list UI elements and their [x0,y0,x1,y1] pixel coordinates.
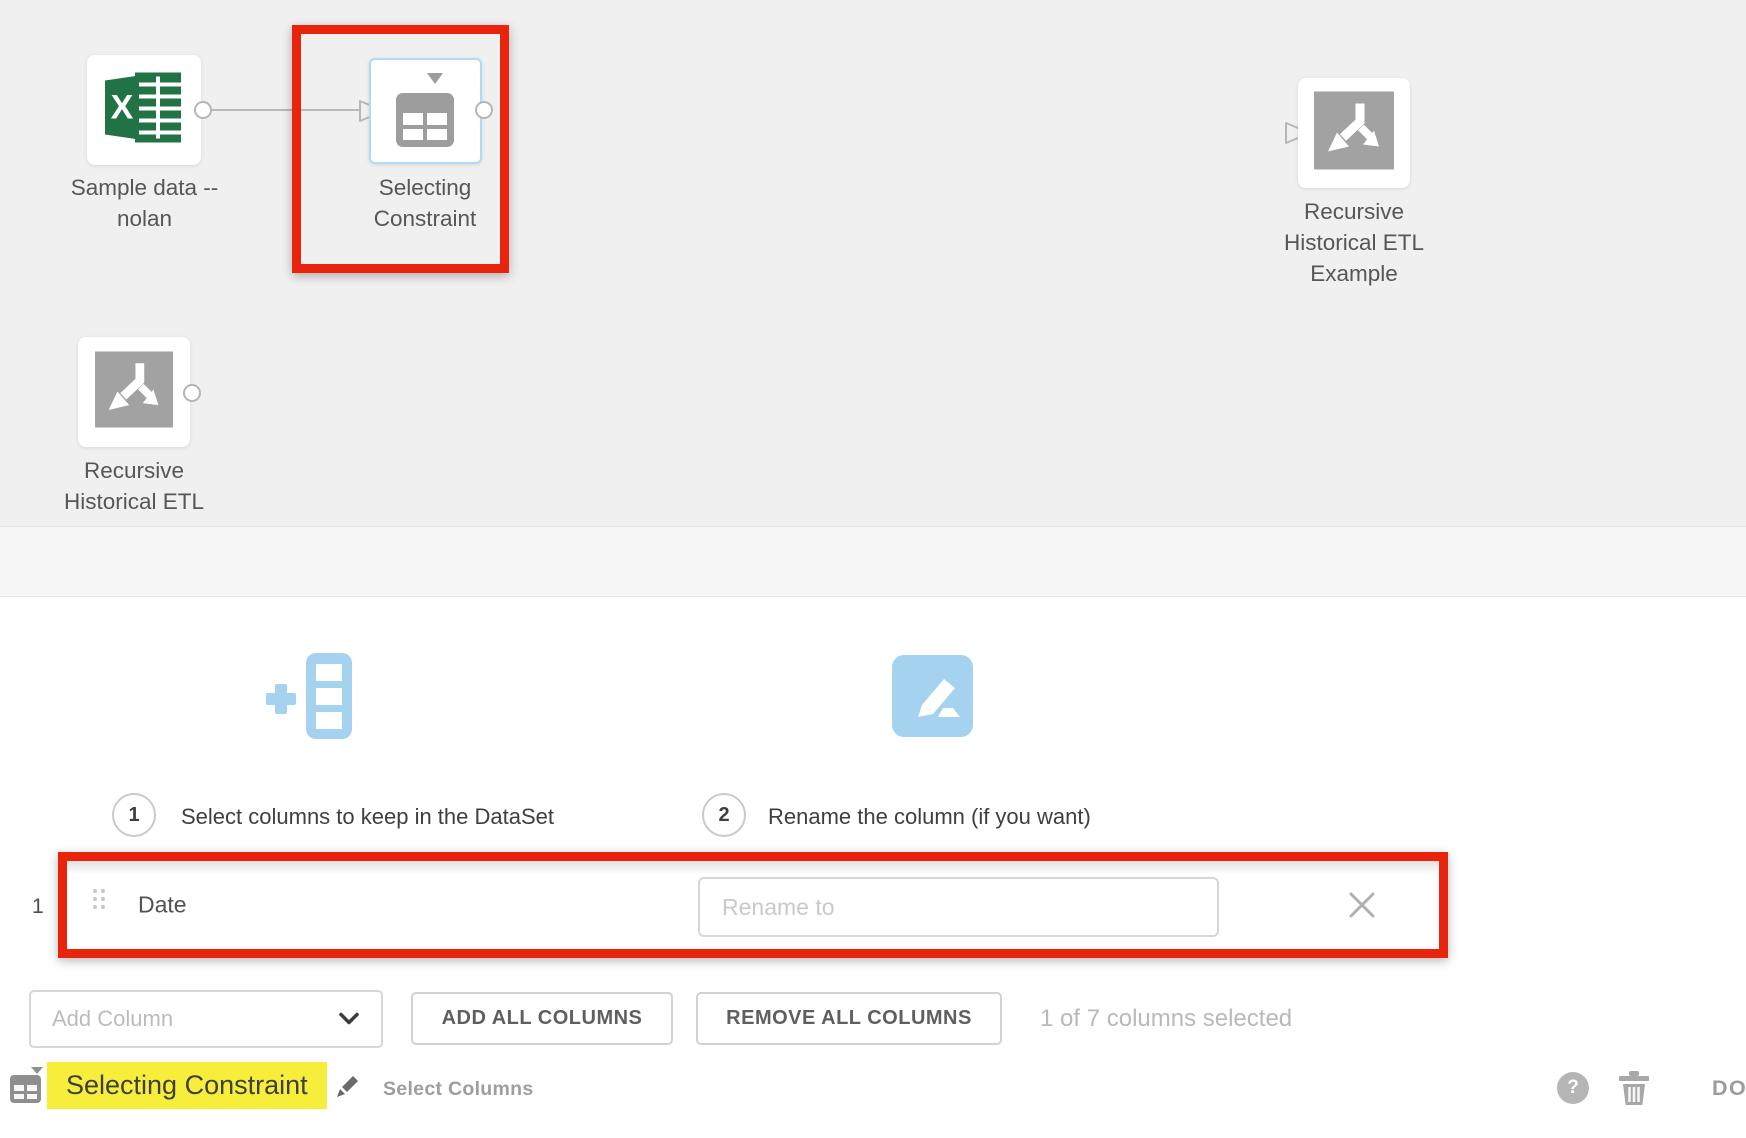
output-port[interactable] [194,101,212,119]
branch-arrows-icon [95,352,173,433]
node-label-sample-data: Sample data -- nolan [52,172,237,234]
node-label-recursive-historical-etl: Recursive Historical ETL [40,455,228,517]
column-row-index: 1 [32,895,44,919]
node-recursive-historical-etl-example[interactable] [1298,78,1410,188]
trash-icon[interactable] [1619,1071,1649,1110]
rename-edit-icon [892,655,973,742]
step-2-text: Rename the column (if you want) [768,804,1091,830]
caret-down-icon [427,73,443,84]
chevron-down-icon [339,1013,359,1026]
node-label-recursive-historical-etl-example: Recursive Historical ETL Example [1262,196,1446,289]
remove-all-columns-button[interactable]: REMOVE ALL COLUMNS [696,992,1002,1045]
excel-dataset-icon: X [105,72,183,149]
node-selecting-constraint[interactable] [369,58,482,164]
selection-status: 1 of 7 columns selected [1040,1005,1292,1033]
dataflow-canvas[interactable]: X Sample data -- nolan [0,0,1746,527]
rename-to-input[interactable] [698,877,1219,937]
add-column-placeholder: Add Column [52,1006,173,1032]
drag-handle-icon[interactable] [93,889,105,921]
edit-pencil-icon[interactable] [334,1074,360,1105]
branch-arrows-icon [1314,92,1394,175]
output-port[interactable] [475,101,493,119]
svg-text:X: X [111,89,134,127]
etl-editor-screen: X Sample data -- nolan [0,0,1746,1138]
help-icon[interactable]: ? [1557,1072,1589,1104]
step-1-badge: 1 [112,793,156,837]
add-column-select[interactable]: Add Column [29,990,383,1048]
add-all-columns-button[interactable]: ADD ALL COLUMNS [411,992,673,1045]
column-name: Date [138,892,187,919]
node-label-selecting-constraint: Selecting Constraint [337,172,513,234]
table-caret-icon [10,1065,44,1108]
annotation-box-column-row: Date [58,852,1448,958]
step-1-text: Select columns to keep in the DataSet [181,804,554,830]
select-columns-table-icon [396,93,454,152]
output-port[interactable] [183,384,201,402]
step-2-badge: 2 [702,793,746,837]
connector-edge [212,109,360,111]
remove-column-x-icon[interactable] [1347,890,1377,920]
node-sample-data[interactable]: X [87,55,201,165]
add-column-list-icon [266,653,356,744]
node-recursive-historical-etl[interactable] [78,337,190,447]
transform-title[interactable]: Selecting Constraint [47,1062,327,1109]
transform-type-label: Select Columns [383,1078,534,1101]
done-button[interactable]: DO [1712,1076,1746,1101]
transform-toolbar: Selecting Constraint Select Columns ? DO [0,527,1746,597]
